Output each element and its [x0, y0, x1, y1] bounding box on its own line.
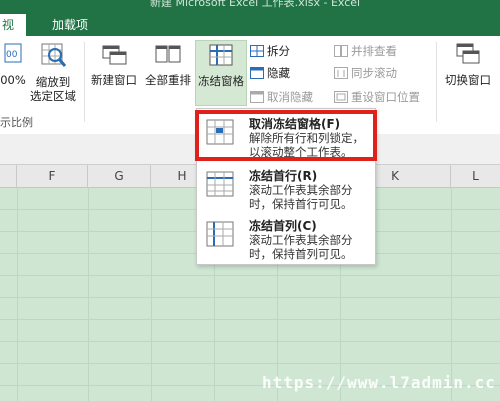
switch-windows-icon: [456, 43, 480, 64]
tab-addins[interactable]: 加载项: [46, 14, 94, 36]
split-label: 拆分: [267, 44, 290, 58]
zoom-to-selection-button[interactable]: 缩放到 选定区域: [28, 40, 78, 112]
view-side-by-side-label: 并排查看: [351, 44, 397, 58]
split-button[interactable]: 拆分: [250, 42, 290, 60]
title-bar: 新建 Microsoft Excel 工作表.xlsx - Excel: [0, 0, 500, 14]
group-divider: [436, 42, 437, 122]
switch-windows-button[interactable]: 切换窗口: [440, 40, 496, 104]
grid-line: [17, 187, 18, 401]
freeze-top-row-icon: [206, 171, 234, 197]
reset-window-position-label: 重设窗口位置: [351, 90, 420, 104]
grid-line: [0, 275, 500, 276]
grid-line: [151, 187, 152, 401]
hide-button[interactable]: 隐藏: [250, 64, 290, 82]
switch-windows-label: 切换窗口: [445, 73, 491, 87]
column-header-e[interactable]: [0, 165, 17, 187]
tab-view[interactable]: 视图: [0, 14, 26, 54]
split-icon: [250, 45, 264, 57]
sync-scroll-button[interactable]: 同步滚动: [334, 64, 397, 82]
freeze-panes-button[interactable]: 冻结窗格: [195, 40, 247, 106]
view-side-by-side-button[interactable]: 并排查看: [334, 42, 397, 60]
new-window-label: 新建窗口: [91, 73, 137, 87]
arrange-all-label: 全部重排: [145, 73, 191, 87]
menu-item-freeze-first-column[interactable]: 冻结首列(C) 滚动工作表其余部分时，保持首列可见。: [201, 215, 371, 263]
unhide-label: 取消隐藏: [267, 90, 313, 104]
svg-text:00: 00: [6, 50, 18, 60]
unhide-icon: [250, 91, 264, 103]
unhide-button[interactable]: 取消隐藏: [250, 88, 313, 106]
watermark-text: https://www.l7admin.cc: [262, 373, 496, 392]
grid-line: [88, 187, 89, 401]
hide-label: 隐藏: [267, 66, 290, 80]
zoom-to-selection-icon: [41, 43, 67, 67]
column-header[interactable]: L: [451, 165, 500, 187]
freeze-first-column-title: 冻结首列(C): [249, 219, 317, 233]
side-by-side-icon: [334, 45, 348, 57]
freeze-panes-icon: [209, 44, 233, 66]
new-window-button[interactable]: 新建窗口: [88, 40, 140, 96]
highlight-box: [195, 110, 377, 161]
zoom-to-selection-label: 缩放到 选定区域: [30, 75, 76, 103]
ribbon-tabs: 视图 加载项: [0, 14, 500, 54]
new-window-icon: [102, 45, 127, 65]
zoom-group-label: 示比例: [0, 116, 33, 129]
freeze-first-column-desc: 滚动工作表其余部分时，保持首列可见。: [249, 233, 353, 261]
freeze-top-row-desc: 滚动工作表其余部分时，保持首行可见。: [249, 183, 353, 211]
grid-line: [0, 363, 500, 364]
grid-line: [451, 187, 452, 401]
column-header[interactable]: G: [88, 165, 151, 187]
freeze-panes-label: 冻结窗格: [198, 74, 244, 88]
grid-line: [0, 341, 500, 342]
zoom-100-icon: 00: [4, 43, 22, 63]
reset-window-icon: [334, 91, 348, 103]
zoom-100-button[interactable]: 00 00%: [0, 40, 26, 108]
arrange-all-button[interactable]: 全部重排: [142, 40, 194, 96]
zoom-100-label: 00%: [0, 73, 26, 87]
freeze-first-column-icon: [206, 221, 234, 247]
column-header[interactable]: F: [17, 165, 88, 187]
sync-scroll-icon: [334, 67, 348, 79]
sync-scroll-label: 同步滚动: [351, 66, 397, 80]
group-divider: [84, 42, 85, 122]
menu-item-freeze-top-row[interactable]: 冻结首行(R) 滚动工作表其余部分时，保持首行可见。: [201, 165, 371, 213]
arrange-all-icon: [155, 45, 181, 63]
hide-icon: [250, 67, 264, 79]
excel-window: 新建 Microsoft Excel 工作表.xlsx - Excel 视图 加…: [0, 0, 500, 401]
window-title: 新建 Microsoft Excel 工作表.xlsx - Excel: [150, 0, 361, 9]
grid-line: [0, 319, 500, 320]
reset-window-position-button[interactable]: 重设窗口位置: [334, 88, 420, 106]
freeze-top-row-title: 冻结首行(R): [249, 169, 318, 183]
grid-line: [0, 297, 500, 298]
